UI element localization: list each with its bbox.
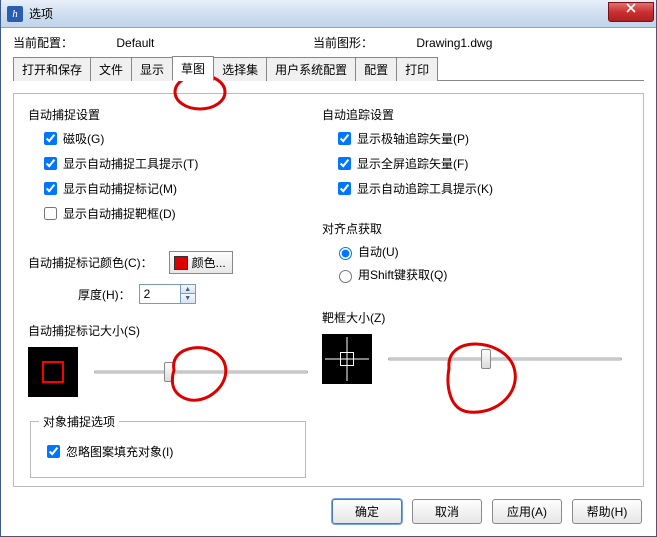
help-button[interactable]: 帮助(H) — [572, 499, 642, 524]
close-icon — [626, 3, 636, 13]
slider-thumb[interactable] — [481, 349, 491, 369]
snap-aperture-label: 显示自动捕捉靶框(D) — [63, 205, 176, 222]
titlebar: h 选项 — [1, 0, 656, 28]
align-shift-label: 用Shift键获取(Q) — [358, 266, 447, 283]
apply-button[interactable]: 应用(A) — [492, 499, 562, 524]
tab-pane-drafting: 自动捕捉设置 磁吸(G) 显示自动捕捉工具提示(T) 显示自动捕捉标记(M) 显… — [13, 93, 644, 487]
aperture-size-preview — [322, 334, 372, 384]
osnap-options-group: 对象捕捉选项 忽略图案填充对象(I) — [30, 413, 306, 478]
thickness-spinner[interactable]: ▲ ▼ — [139, 284, 196, 304]
current-drawing-value: Drawing1.dwg — [376, 36, 492, 50]
align-auto-radio[interactable] — [339, 247, 352, 260]
window-title: 选项 — [29, 5, 53, 22]
ok-button[interactable]: 确定 — [332, 499, 402, 524]
tab-2[interactable]: 显示 — [131, 57, 173, 81]
thickness-spin-down[interactable]: ▼ — [180, 294, 195, 303]
thickness-spin-up[interactable]: ▲ — [180, 285, 195, 294]
thickness-input[interactable] — [140, 285, 180, 303]
marker-color-button[interactable]: 颜色... — [169, 251, 233, 274]
magnet-label: 磁吸(G) — [63, 130, 104, 147]
current-drawing-label: 当前图形： — [313, 34, 373, 51]
app-icon: h — [7, 6, 23, 22]
cancel-button[interactable]: 取消 — [412, 499, 482, 524]
slider-thumb[interactable] — [164, 362, 174, 382]
tab-0[interactable]: 打开和保存 — [13, 57, 91, 81]
magnet-checkbox[interactable] — [44, 132, 57, 145]
tab-5[interactable]: 用户系统配置 — [266, 57, 356, 81]
marker-size-slider[interactable] — [94, 362, 308, 382]
ignore-hatch-label: 忽略图案填充对象(I) — [66, 443, 173, 460]
dialog-footer: 确定 取消 应用(A) 帮助(H) — [332, 499, 642, 524]
snap-tooltip-label: 显示自动捕捉工具提示(T) — [63, 155, 198, 172]
autosnap-group-label: 自动捕捉设置 — [28, 106, 308, 123]
tab-3[interactable]: 草图 — [172, 56, 214, 81]
snap-aperture-checkbox[interactable] — [44, 207, 57, 220]
snap-tooltip-checkbox[interactable] — [44, 157, 57, 170]
ignore-hatch-checkbox[interactable] — [47, 445, 60, 458]
header-row: 当前配置： Default 当前图形： Drawing1.dwg — [1, 28, 656, 53]
color-swatch-icon — [174, 256, 188, 270]
current-profile-value: Default — [76, 36, 154, 50]
tab-6[interactable]: 配置 — [355, 57, 397, 81]
fullscreen-vector-checkbox[interactable] — [338, 157, 351, 170]
aperture-size-slider[interactable] — [388, 349, 622, 369]
align-point-group-label: 对齐点获取 — [322, 220, 622, 237]
close-button[interactable] — [608, 2, 654, 22]
aperture-size-label: 靶框大小(Z) — [322, 309, 622, 326]
fullscreen-vector-label: 显示全屏追踪矢量(F) — [357, 155, 468, 172]
snap-marker-label: 显示自动捕捉标记(M) — [63, 180, 177, 197]
polar-vector-label: 显示极轴追踪矢量(P) — [357, 130, 469, 147]
color-button-label: 颜色... — [192, 254, 226, 271]
osnap-options-legend: 对象捕捉选项 — [39, 413, 119, 430]
tab-4[interactable]: 选择集 — [213, 57, 267, 81]
track-tooltip-checkbox[interactable] — [338, 182, 351, 195]
thickness-label: 厚度(H)： — [78, 286, 131, 303]
polar-vector-checkbox[interactable] — [338, 132, 351, 145]
marker-size-preview — [28, 347, 78, 397]
align-shift-radio[interactable] — [339, 270, 352, 283]
tab-7[interactable]: 打印 — [396, 57, 438, 81]
marker-color-label: 自动捕捉标记颜色(C)： — [28, 254, 153, 271]
tab-1[interactable]: 文件 — [90, 57, 132, 81]
snap-marker-checkbox[interactable] — [44, 182, 57, 195]
autotrack-group-label: 自动追踪设置 — [322, 106, 622, 123]
options-dialog: h 选项 当前配置： Default 当前图形： Drawing1.dwg 打开… — [0, 0, 657, 537]
align-auto-label: 自动(U) — [358, 243, 399, 260]
marker-size-label: 自动捕捉标记大小(S) — [28, 322, 308, 339]
tab-strip: 打开和保存文件显示草图选择集用户系统配置配置打印 — [13, 57, 644, 81]
current-profile-label: 当前配置： — [13, 34, 73, 51]
track-tooltip-label: 显示自动追踪工具提示(K) — [357, 180, 493, 197]
